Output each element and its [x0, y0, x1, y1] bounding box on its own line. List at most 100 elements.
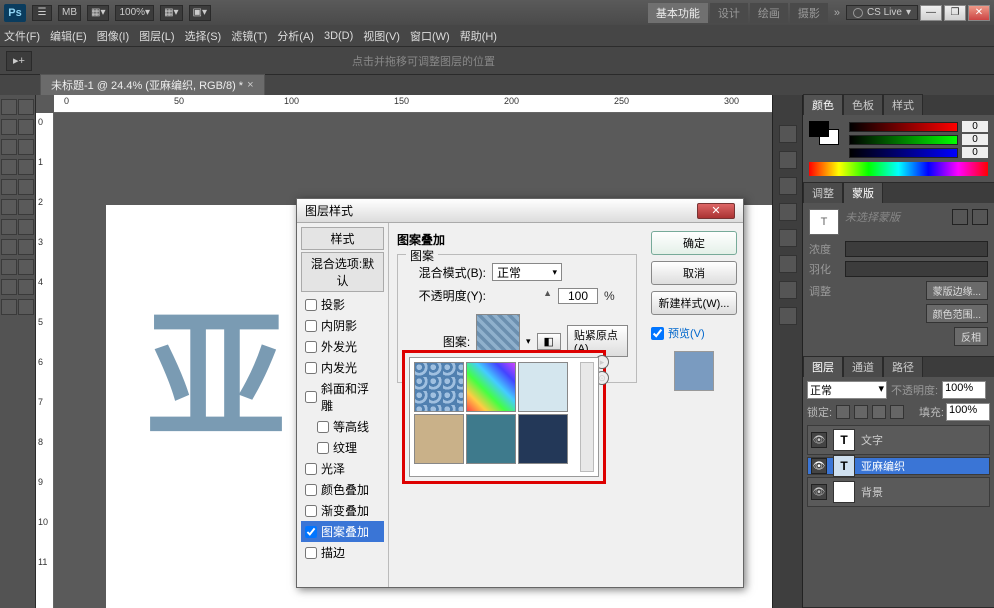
effect-checkbox[interactable]: [305, 299, 317, 311]
menu-edit[interactable]: 编辑(E): [50, 28, 87, 44]
strip-icon-3[interactable]: [779, 177, 797, 195]
feather-input[interactable]: [845, 261, 988, 277]
layers-tab[interactable]: 图层: [803, 356, 843, 377]
3d-tool[interactable]: [1, 279, 17, 295]
fill-input[interactable]: 100%: [946, 403, 990, 421]
eyedropper-tool[interactable]: [18, 139, 34, 155]
density-input[interactable]: [845, 241, 988, 257]
blend-mode-select[interactable]: 正常▾: [807, 381, 887, 399]
effect-contour[interactable]: 等高线: [301, 416, 384, 437]
type-tool[interactable]: [18, 239, 34, 255]
blue-slider[interactable]: [849, 148, 958, 158]
pattern-swatch-lightblue[interactable]: [518, 362, 568, 412]
lock-position-icon[interactable]: [872, 405, 886, 419]
effect-drop-shadow[interactable]: 投影: [301, 294, 384, 315]
visibility-eye-icon[interactable]: 👁: [811, 432, 827, 448]
dodge-tool[interactable]: [18, 219, 34, 235]
fg-swatch[interactable]: [809, 121, 829, 137]
strip-icon-2[interactable]: [779, 151, 797, 169]
layer-row[interactable]: 👁 T 亚麻编织: [807, 457, 990, 475]
fgbg-swatches[interactable]: [809, 121, 843, 149]
pattern-swatch-tan[interactable]: [414, 414, 464, 464]
strip-icon-8[interactable]: [779, 307, 797, 325]
opacity-slider[interactable]: [492, 290, 552, 302]
strip-icon-7[interactable]: [779, 281, 797, 299]
adjustments-tab[interactable]: 调整: [803, 182, 843, 203]
3d-camera-tool[interactable]: [18, 279, 34, 295]
effect-pattern-overlay[interactable]: 图案叠加: [301, 521, 384, 542]
effect-checkbox[interactable]: [305, 505, 317, 517]
heal-tool[interactable]: [1, 159, 17, 175]
effect-outer-glow[interactable]: 外发光: [301, 336, 384, 357]
workspace-draw-tab[interactable]: 绘画: [750, 3, 788, 23]
zoom-level-combo[interactable]: 100%▾: [115, 5, 154, 21]
menu-view[interactable]: 视图(V): [363, 28, 400, 44]
effect-checkbox[interactable]: [305, 484, 317, 496]
menu-3d[interactable]: 3D(D): [324, 30, 353, 42]
effect-checkbox[interactable]: [317, 421, 329, 433]
effect-checkbox[interactable]: [305, 526, 317, 538]
pattern-swatch-teal[interactable]: [466, 414, 516, 464]
channels-tab[interactable]: 通道: [843, 356, 883, 377]
document-tab[interactable]: 未标题-1 @ 24.4% (亚麻编织, RGB/8) * ×: [40, 74, 265, 96]
shape-tool[interactable]: [18, 259, 34, 275]
strip-icon-6[interactable]: [779, 255, 797, 273]
green-slider[interactable]: [849, 135, 958, 145]
color-range-button[interactable]: 颜色范围...: [926, 304, 988, 323]
effect-checkbox[interactable]: [305, 391, 317, 403]
visibility-eye-icon[interactable]: 👁: [811, 484, 827, 500]
titlebar-btn-2[interactable]: MB: [58, 5, 81, 21]
strip-icon-4[interactable]: [779, 203, 797, 221]
effect-gradient-overlay[interactable]: 渐变叠加: [301, 500, 384, 521]
window-minimize-button[interactable]: —: [920, 5, 942, 21]
screen-mode-button[interactable]: ▦▾: [160, 5, 182, 21]
effect-color-overlay[interactable]: 颜色叠加: [301, 479, 384, 500]
wand-tool[interactable]: [18, 119, 34, 135]
strip-icon-5[interactable]: [779, 229, 797, 247]
blend-mode-combo[interactable]: 正常: [492, 263, 562, 281]
layer-row[interactable]: 👁 T 文字: [807, 425, 990, 455]
mask-thumb[interactable]: T: [809, 209, 839, 235]
blur-tool[interactable]: [1, 219, 17, 235]
new-preset-icon[interactable]: ◧: [537, 333, 561, 350]
red-slider[interactable]: [849, 122, 958, 132]
swatches-tab[interactable]: 色板: [843, 94, 883, 115]
stamp-tool[interactable]: [1, 179, 17, 195]
document-tab-close-icon[interactable]: ×: [247, 79, 253, 91]
menu-select[interactable]: 选择(S): [185, 28, 222, 44]
pattern-swatch-rainbow[interactable]: [466, 362, 516, 412]
menu-help[interactable]: 帮助(H): [460, 28, 497, 44]
titlebar-btn-1[interactable]: ☰: [32, 5, 52, 21]
lock-image-icon[interactable]: [854, 405, 868, 419]
eraser-tool[interactable]: [1, 199, 17, 215]
menu-layer[interactable]: 图层(L): [139, 28, 174, 44]
new-style-button[interactable]: 新建样式(W)...: [651, 291, 737, 315]
workspace-design-tab[interactable]: 设计: [710, 3, 748, 23]
workspace-photo-tab[interactable]: 摄影: [790, 3, 828, 23]
menu-filter[interactable]: 滤镜(T): [231, 28, 267, 44]
brush-tool[interactable]: [18, 159, 34, 175]
workspace-basic-tab[interactable]: 基本功能: [648, 3, 708, 23]
window-maximize-button[interactable]: ❐: [944, 5, 966, 21]
zoom-tool[interactable]: [18, 299, 34, 315]
opacity-input[interactable]: 100%: [942, 381, 986, 399]
pixel-mask-icon[interactable]: [952, 209, 968, 225]
history-brush-tool[interactable]: [18, 179, 34, 195]
pattern-scrollbar[interactable]: [580, 362, 594, 472]
color-tab[interactable]: 颜色: [803, 94, 843, 115]
pattern-swatch-bubbles[interactable]: [414, 362, 464, 412]
dialog-close-button[interactable]: ✕: [697, 203, 735, 219]
workspace-more-arrow[interactable]: »: [830, 7, 844, 19]
effect-satin[interactable]: 光泽: [301, 458, 384, 479]
styles-header[interactable]: 样式: [301, 227, 384, 250]
effect-checkbox[interactable]: [305, 341, 317, 353]
effect-texture[interactable]: 纹理: [301, 437, 384, 458]
blend-options-header[interactable]: 混合选项:默认: [301, 252, 384, 292]
effect-stroke[interactable]: 描边: [301, 542, 384, 563]
menu-window[interactable]: 窗口(W): [410, 28, 450, 44]
effect-checkbox[interactable]: [317, 442, 329, 454]
effect-checkbox[interactable]: [305, 547, 317, 559]
blue-value[interactable]: 0: [962, 147, 988, 158]
effect-inner-shadow[interactable]: 内阴影: [301, 315, 384, 336]
crop-tool[interactable]: [1, 139, 17, 155]
